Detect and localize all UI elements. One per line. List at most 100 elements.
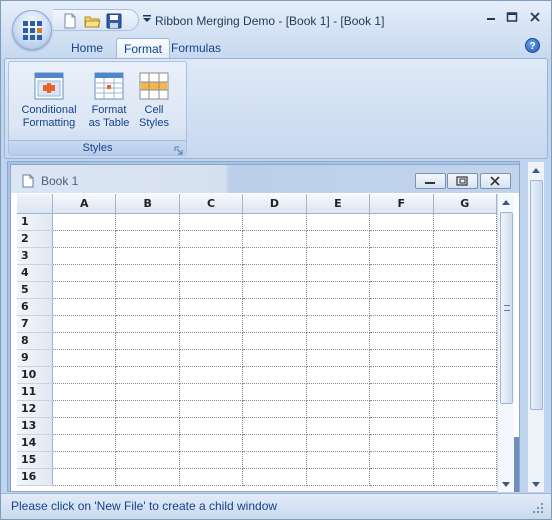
grid-cell[interactable] — [242, 281, 307, 299]
grid-cell[interactable] — [242, 247, 307, 265]
row-header[interactable]: 11 — [17, 383, 54, 401]
grid-cell[interactable] — [242, 417, 307, 435]
grid-cell[interactable] — [433, 451, 497, 469]
grid-cell[interactable] — [52, 298, 117, 316]
child-minimize-button[interactable] — [415, 173, 446, 189]
grid-cell[interactable] — [115, 366, 180, 384]
grid-cell[interactable] — [433, 230, 497, 248]
tab-home[interactable]: Home — [64, 38, 110, 59]
grid-cell[interactable] — [115, 230, 180, 248]
grid-cell[interactable] — [242, 349, 307, 367]
grid-cell[interactable] — [242, 264, 307, 282]
grid-cell[interactable] — [52, 451, 117, 469]
grid-cell[interactable] — [369, 434, 434, 452]
grid-cell[interactable] — [369, 247, 434, 265]
grid-cell[interactable] — [52, 230, 117, 248]
grid-cell[interactable] — [306, 349, 371, 367]
grid-cell[interactable] — [242, 315, 307, 333]
grid-cell[interactable] — [115, 451, 180, 469]
column-header-a[interactable]: A — [52, 194, 117, 214]
grid-cell[interactable] — [433, 417, 497, 435]
grid-cell[interactable] — [306, 213, 371, 231]
row-header[interactable]: 2 — [17, 230, 54, 248]
grid-cell[interactable] — [52, 349, 117, 367]
grid-cell[interactable] — [115, 468, 180, 486]
minimize-icon[interactable] — [483, 11, 499, 25]
grid-cell[interactable] — [179, 383, 244, 401]
grid-cell[interactable] — [306, 366, 371, 384]
child-close-button[interactable] — [480, 173, 511, 189]
tab-format[interactable]: Format — [116, 38, 171, 59]
qat-dropdown-icon[interactable] — [142, 13, 152, 23]
grid-cell[interactable] — [52, 417, 117, 435]
row-header[interactable]: 14 — [17, 434, 54, 452]
column-header-g[interactable]: G — [433, 194, 497, 214]
grid-cell[interactable] — [52, 400, 117, 418]
grid-vertical-scrollbar[interactable] — [497, 194, 514, 492]
grid-cell[interactable] — [179, 468, 244, 486]
maximize-icon[interactable] — [504, 11, 520, 25]
grid-cell[interactable] — [115, 264, 180, 282]
grid-cell[interactable] — [52, 383, 117, 401]
row-header[interactable]: 7 — [17, 315, 54, 333]
application-button[interactable] — [12, 10, 52, 50]
outer-vertical-scrollbar[interactable] — [527, 162, 544, 492]
grid-cell[interactable] — [433, 400, 497, 418]
cell-styles-button[interactable]: Cell Styles — [126, 72, 182, 130]
grid-cell[interactable] — [369, 383, 434, 401]
grid-scroll-thumb[interactable] — [500, 212, 513, 404]
tab-formulas[interactable]: Formulas — [164, 38, 228, 59]
grid-cell[interactable] — [52, 315, 117, 333]
grid-cell[interactable] — [369, 230, 434, 248]
grid-cell[interactable] — [369, 400, 434, 418]
grid-cell[interactable] — [433, 247, 497, 265]
grid-cell[interactable] — [179, 264, 244, 282]
grid-cell[interactable] — [369, 315, 434, 333]
grid-cell[interactable] — [433, 434, 497, 452]
conditional-formatting-button[interactable]: Conditional Formatting — [21, 72, 77, 130]
row-header[interactable]: 8 — [17, 332, 54, 350]
grid-cell[interactable] — [115, 213, 180, 231]
grid-cell[interactable] — [306, 264, 371, 282]
grid-cell[interactable] — [242, 400, 307, 418]
grid-cell[interactable] — [369, 213, 434, 231]
grid-cell[interactable] — [242, 213, 307, 231]
grid-cell[interactable] — [306, 298, 371, 316]
grid-cell[interactable] — [433, 264, 497, 282]
row-header[interactable]: 5 — [17, 281, 54, 299]
grid-cell[interactable] — [115, 298, 180, 316]
row-header[interactable]: 10 — [17, 366, 54, 384]
select-all-corner[interactable] — [17, 194, 54, 214]
grid-cell[interactable] — [242, 468, 307, 486]
grid-cell[interactable] — [369, 366, 434, 384]
grid-cell[interactable] — [306, 230, 371, 248]
grid-cell[interactable] — [306, 400, 371, 418]
close-icon[interactable] — [527, 11, 543, 25]
grid-cell[interactable] — [433, 349, 497, 367]
grid-cell[interactable] — [52, 366, 117, 384]
grid-cell[interactable] — [115, 400, 180, 418]
child-resize-edge[interactable] — [514, 437, 519, 492]
grid-cell[interactable] — [369, 451, 434, 469]
grid-cell[interactable] — [306, 417, 371, 435]
grid-cell[interactable] — [433, 468, 497, 486]
column-header-e[interactable]: E — [306, 194, 371, 214]
grid-cell[interactable] — [369, 298, 434, 316]
grid-cell[interactable] — [306, 434, 371, 452]
grid-cell[interactable] — [369, 332, 434, 350]
grid-cell[interactable] — [369, 264, 434, 282]
grid-cell[interactable] — [115, 247, 180, 265]
grid-cell[interactable] — [433, 383, 497, 401]
grid-cell[interactable] — [179, 400, 244, 418]
grid-cell[interactable] — [242, 332, 307, 350]
grid-cell[interactable] — [306, 281, 371, 299]
grid-cell[interactable] — [179, 332, 244, 350]
grid-cell[interactable] — [52, 247, 117, 265]
grid-cell[interactable] — [242, 230, 307, 248]
grid-cell[interactable] — [369, 417, 434, 435]
spreadsheet-grid[interactable]: ABCDEFG 1 2 3 4 5 6 7 8 9 10 11 12 13 14 15 16 — [17, 194, 497, 492]
scroll-down-icon[interactable] — [532, 482, 540, 487]
help-icon[interactable]: ? — [525, 38, 540, 53]
grid-cell[interactable] — [179, 417, 244, 435]
grid-cell[interactable] — [115, 332, 180, 350]
